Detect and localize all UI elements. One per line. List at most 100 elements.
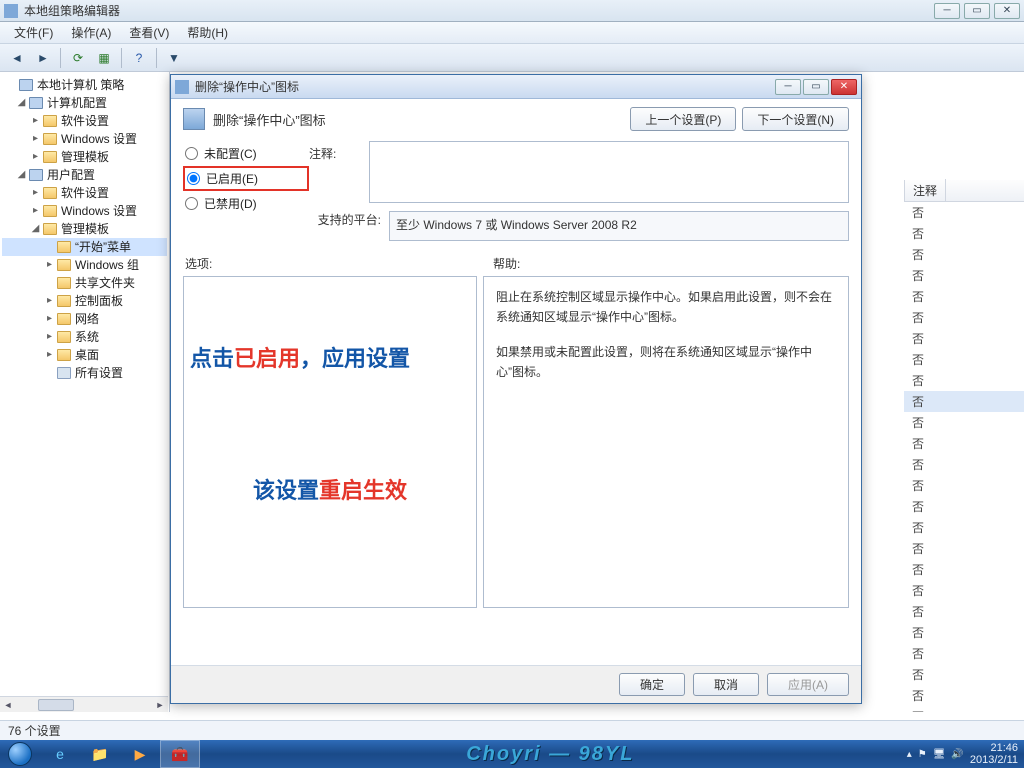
tree-item[interactable]: ▸软件设置 [2, 184, 167, 202]
export-button[interactable]: ▦ [93, 47, 115, 69]
list-row[interactable]: 否 [904, 286, 1024, 307]
maximize-button[interactable]: ▭ [964, 3, 990, 19]
tree-item[interactable]: 共享文件夹 [2, 274, 167, 292]
help-text-2: 如果禁用或未配置此设置，则将在系统通知区域显示“操作中心”图标。 [496, 342, 836, 383]
windows-orb-icon [8, 742, 32, 766]
menu-view[interactable]: 查看(V) [121, 22, 177, 43]
list-row[interactable]: 否 [904, 433, 1024, 454]
tree-item[interactable]: ▸管理模板 [2, 148, 167, 166]
platform-label: 支持的平台: [309, 211, 389, 241]
tray-up-icon[interactable]: ▴ [907, 749, 912, 760]
menu-help[interactable]: 帮助(H) [179, 22, 236, 43]
instruction-line-2: 该设置重启生效 [190, 473, 470, 505]
help-icon[interactable]: ? [128, 47, 150, 69]
tray-speaker-icon[interactable]: 🔊 [951, 749, 963, 760]
menu-file[interactable]: 文件(F) [6, 22, 61, 43]
toolbar: ◄ ► ⟳ ▦ ? ▼ [0, 44, 1024, 72]
options-panel: 点击已启用，应用设置 该设置重启生效 [183, 276, 477, 608]
clock[interactable]: 21:46 2013/2/11 [970, 742, 1018, 766]
tree-item[interactable]: ▸Windows 组 [2, 256, 167, 274]
ok-button[interactable]: 确定 [619, 673, 685, 696]
list-row[interactable]: 否 [904, 328, 1024, 349]
list-row[interactable]: 否 [904, 643, 1024, 664]
dialog-minimize-button[interactable]: ─ [775, 79, 801, 95]
tree-item[interactable]: ▸软件设置 [2, 112, 167, 130]
list-row[interactable]: 否 [904, 412, 1024, 433]
cancel-button[interactable]: 取消 [693, 673, 759, 696]
scroll-left-arrow[interactable]: ◄ [0, 697, 16, 712]
filter-icon[interactable]: ▼ [163, 47, 185, 69]
list-row[interactable]: 否 [904, 349, 1024, 370]
next-setting-button[interactable]: 下一个设置(N) [742, 107, 849, 131]
status-text: 76 个设置 [8, 722, 61, 739]
list-row[interactable]: 否 [904, 223, 1024, 244]
list-row[interactable]: 否 [904, 391, 1024, 412]
help-text-1: 阻止在系统控制区域显示操作中心。如果启用此设置，则不会在系统通知区域显示“操作中… [496, 287, 836, 328]
tree-start-menu[interactable]: “开始”菜单 [2, 238, 167, 256]
scroll-thumb[interactable] [38, 699, 74, 711]
radio-disabled[interactable]: 已禁用(D) [183, 191, 309, 216]
tree-item[interactable]: ▸桌面 [2, 346, 167, 364]
tree-user-config[interactable]: ◢用户配置 [2, 166, 167, 184]
tree-scrollbar[interactable]: ◄ ► [0, 696, 168, 712]
close-button[interactable]: ✕ [994, 3, 1020, 19]
list-row[interactable]: 否 [904, 307, 1024, 328]
minimize-button[interactable]: ─ [934, 3, 960, 19]
apply-button[interactable]: 应用(A) [767, 673, 849, 696]
list-row[interactable]: 否 [904, 538, 1024, 559]
tree-all-settings[interactable]: 所有设置 [2, 364, 167, 382]
comment-textbox[interactable] [369, 141, 849, 203]
list-row[interactable]: 否 [904, 370, 1024, 391]
comment-label: 注释: [309, 141, 369, 203]
dialog-close-button[interactable]: ✕ [831, 79, 857, 95]
back-button[interactable]: ◄ [6, 47, 28, 69]
tree-admin-templates[interactable]: ◢管理模板 [2, 220, 167, 238]
radio-enabled[interactable]: 已启用(E) [183, 166, 309, 191]
taskbar-media-icon[interactable]: ▶ [120, 740, 160, 768]
tree-item[interactable]: ▸Windows 设置 [2, 130, 167, 148]
policy-icon [183, 108, 205, 130]
list-row[interactable]: 否 [904, 454, 1024, 475]
tree-computer-config[interactable]: ◢计算机配置 [2, 94, 167, 112]
radio-not-configured[interactable]: 未配置(C) [183, 141, 309, 166]
list-row[interactable]: 否 [904, 664, 1024, 685]
tray-flag-icon[interactable]: ⚑ [918, 749, 927, 760]
list-row[interactable]: 否 [904, 244, 1024, 265]
list-row[interactable]: 否 [904, 202, 1024, 223]
tray-monitor-icon[interactable]: 🖥 [933, 749, 946, 760]
list-row[interactable]: 否 [904, 265, 1024, 286]
scroll-right-arrow[interactable]: ► [152, 697, 168, 712]
prev-setting-button[interactable]: 上一个设置(P) [630, 107, 736, 131]
tree-item[interactable]: ▸Windows 设置 [2, 202, 167, 220]
tree-item[interactable]: ▸系统 [2, 328, 167, 346]
menu-action[interactable]: 操作(A) [63, 22, 119, 43]
system-tray[interactable]: ▴ ⚑ 🖥 🔊 21:46 2013/2/11 [901, 742, 1024, 766]
list-row[interactable]: 否 [904, 622, 1024, 643]
tree-root[interactable]: 本地计算机 策略 [2, 76, 167, 94]
platform-text: 至少 Windows 7 或 Windows Server 2008 R2 [389, 211, 849, 241]
list-row[interactable]: 否 [904, 706, 1024, 712]
policy-heading: 删除“操作中心”图标 [213, 110, 624, 129]
list-row[interactable]: 否 [904, 685, 1024, 706]
list-row[interactable]: 否 [904, 601, 1024, 622]
separator [156, 48, 157, 68]
col-comment[interactable]: 注释 [905, 179, 946, 202]
start-button[interactable] [0, 740, 40, 768]
list-row[interactable]: 否 [904, 517, 1024, 538]
dialog-title: 删除“操作中心”图标 [195, 78, 773, 95]
list-row[interactable]: 否 [904, 580, 1024, 601]
tree-item[interactable]: ▸网络 [2, 310, 167, 328]
dialog-icon [175, 80, 189, 94]
list-row[interactable]: 否 [904, 559, 1024, 580]
forward-button[interactable]: ► [32, 47, 54, 69]
taskbar-explorer-icon[interactable]: 📁 [80, 740, 120, 768]
list-row[interactable]: 否 [904, 475, 1024, 496]
list-row[interactable]: 否 [904, 496, 1024, 517]
refresh-button[interactable]: ⟳ [67, 47, 89, 69]
dialog-maximize-button[interactable]: ▭ [803, 79, 829, 95]
separator [60, 48, 61, 68]
tree-item[interactable]: ▸控制面板 [2, 292, 167, 310]
taskbar-app-icon[interactable]: 🧰 [160, 740, 200, 768]
taskbar-ie-icon[interactable]: e [40, 740, 80, 768]
taskbar: e 📁 ▶ 🧰 Choyri — 98YL ▴ ⚑ 🖥 🔊 21:46 2013… [0, 740, 1024, 768]
